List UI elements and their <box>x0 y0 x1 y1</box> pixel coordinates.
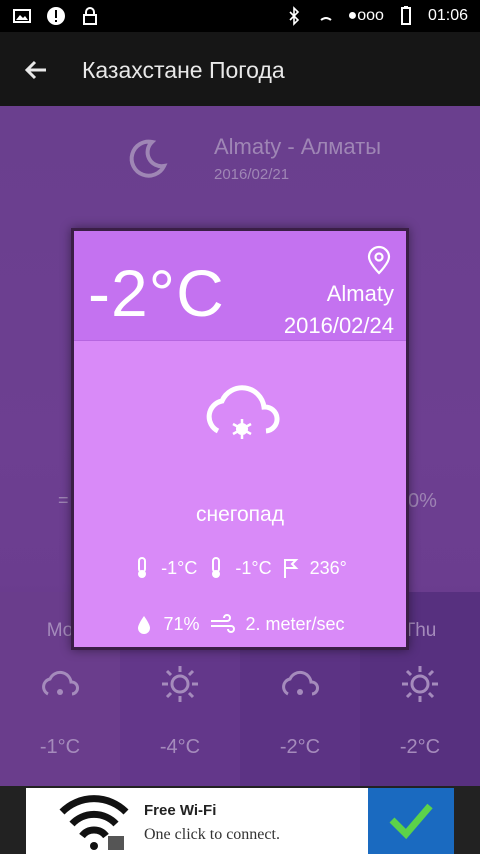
cloud-snow-icon <box>282 670 319 696</box>
weather-description: снегопад <box>196 503 284 526</box>
lock-icon <box>83 7 97 25</box>
cloud-snow-icon <box>206 385 280 439</box>
wind-icon <box>211 614 236 633</box>
ad-title: Free Wi-Fi <box>144 802 217 819</box>
location-row: Almaty - Алматы 2016/02/21 <box>0 130 480 190</box>
ad-banner[interactable]: Free Wi-Fi One click to connect. <box>0 786 480 854</box>
location-pin-icon <box>367 245 391 275</box>
image-icon <box>13 9 31 23</box>
background-partial-right: 0% <box>408 490 437 512</box>
status-bar: ●ooo 01:06 <box>0 0 480 32</box>
humidity-wind-row: 71% 2. meter/sec <box>74 613 406 635</box>
temp-max: -1°C <box>235 557 272 578</box>
sun-icon <box>402 666 438 702</box>
thermometer-icon <box>212 557 221 578</box>
wind-speed: 2. meter/sec <box>245 613 345 634</box>
background-partial-left: = <box>58 490 69 510</box>
ad-subtitle: One click to connect. <box>144 826 280 843</box>
alert-icon <box>47 7 65 25</box>
sun-icon <box>162 666 198 702</box>
wind-direction-flag-icon <box>283 559 298 578</box>
battery-icon <box>400 6 411 25</box>
temp-min: -1°C <box>161 557 198 578</box>
moon-icon <box>129 139 168 178</box>
forecast-temp: -2°C <box>279 736 321 758</box>
wifi-signal-icon <box>319 17 332 21</box>
forecast-temp: -2°C <box>399 736 441 758</box>
forecast-temp: -4°C <box>159 736 201 758</box>
location-city: Almaty - Алматы <box>214 134 382 159</box>
dialog-header: -2°C Almaty 2016/02/24 <box>74 231 406 341</box>
ad-panel[interactable]: Free Wi-Fi One click to connect. <box>26 788 454 854</box>
ad-connect-button[interactable] <box>368 788 454 854</box>
dialog-date: 2016/02/24 <box>283 313 394 338</box>
thermometer-icon <box>138 557 147 578</box>
dialog-city: Almaty <box>326 281 394 306</box>
bluetooth-icon <box>289 6 299 26</box>
cloud-snow-icon <box>42 670 79 696</box>
wifi-lock-icon <box>59 795 129 850</box>
current-temperature: -2°C <box>88 256 225 330</box>
status-time: 01:06 <box>427 7 468 24</box>
humidity-value: 71% <box>163 613 200 634</box>
checkmark-icon <box>389 803 433 840</box>
forecast-temp: -1°C <box>39 736 81 758</box>
temp-wind-row: -1°C -1°C 236° <box>74 557 406 579</box>
wind-degree: 236° <box>309 557 347 578</box>
location-date: 2016/02/21 <box>214 166 290 183</box>
weather-detail-dialog[interactable]: -2°C Almaty 2016/02/24 снегопад -1°C -1°… <box>71 228 409 650</box>
humidity-drop-icon <box>138 616 151 634</box>
back-arrow-icon[interactable] <box>20 54 52 86</box>
app-toolbar: Казахстане Погода <box>0 32 480 106</box>
page-title: Казахстане Погода <box>82 57 285 83</box>
signal-indicator: ●ooo <box>347 7 384 24</box>
